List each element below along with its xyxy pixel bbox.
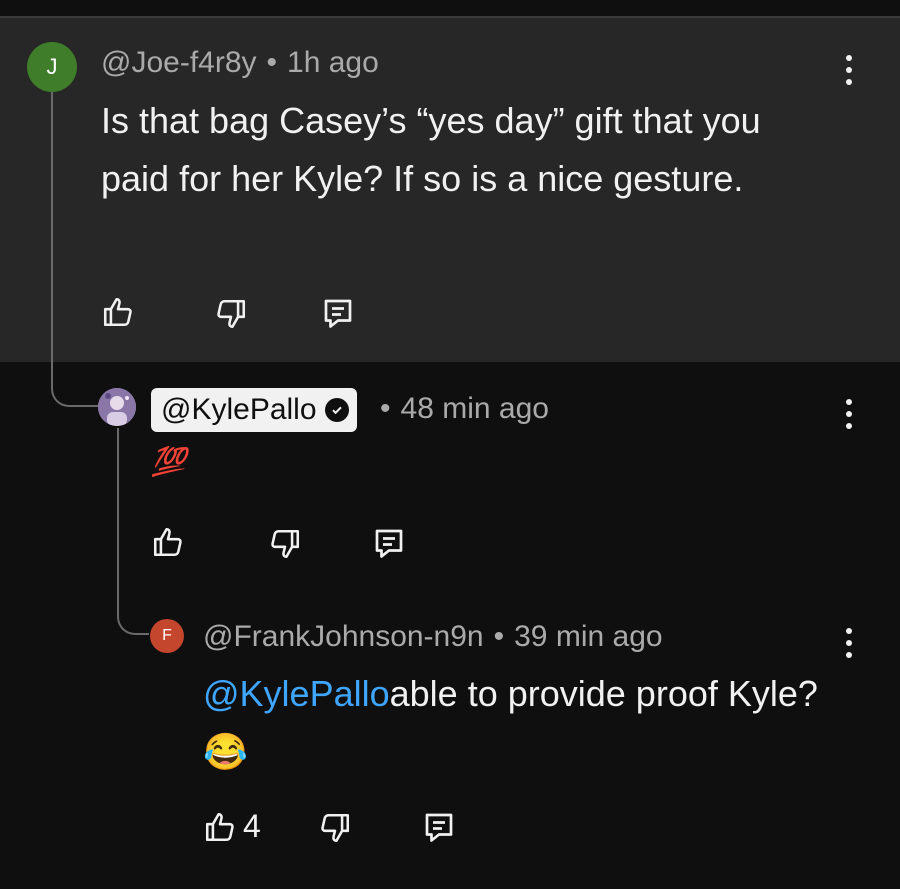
verified-check-icon <box>324 398 349 422</box>
comment-meta: @Joe-f4r8y • 1h ago <box>101 46 379 80</box>
like-button[interactable] <box>101 294 135 330</box>
reply-button[interactable] <box>371 525 407 561</box>
hundred-points-emoji: 💯 <box>151 445 186 478</box>
dislike-button[interactable] <box>318 810 352 846</box>
thumbs-down-icon <box>321 813 350 843</box>
reply-icon <box>324 299 352 328</box>
comment-author[interactable]: @Joe-f4r8y <box>101 46 257 79</box>
reply-icon <box>375 529 403 558</box>
more-options-icon[interactable] <box>845 55 853 85</box>
more-options-icon[interactable] <box>845 399 853 429</box>
like-button[interactable] <box>151 524 185 560</box>
thread-line <box>51 92 101 407</box>
comment-time: 39 min ago <box>514 620 663 653</box>
thread-line <box>117 428 149 635</box>
comment-time: 48 min ago <box>400 392 549 425</box>
reply-icon <box>425 813 453 842</box>
thumbs-up-icon <box>205 812 234 841</box>
profile-photo-icon <box>98 388 136 426</box>
mention-link[interactable]: @KylePallo <box>203 673 390 714</box>
thumbs-up-icon <box>103 297 132 327</box>
like-count: 4 <box>243 808 261 844</box>
avatar[interactable]: F <box>150 619 184 653</box>
author-chip[interactable]: @KylePallo <box>151 388 357 432</box>
comment-author[interactable]: @KylePallo <box>161 393 317 427</box>
comment-text: Is that bag Casey’s “yes day” gift that … <box>101 100 761 199</box>
meta-separator: • <box>266 46 278 79</box>
comment-meta: • 48 min ago <box>376 392 549 426</box>
meta-separator: • <box>493 620 505 653</box>
comment-text: @KylePalloable to provide proof Kyle? 😂 <box>203 665 843 781</box>
reply-button[interactable] <box>421 809 457 845</box>
avatar[interactable]: J <box>27 42 77 92</box>
more-options-icon[interactable] <box>845 628 853 658</box>
thumbs-down-icon <box>271 529 300 559</box>
top-divider <box>0 0 900 18</box>
thumbs-up-icon <box>153 527 182 557</box>
dislike-button[interactable] <box>268 526 302 562</box>
dislike-button[interactable] <box>214 296 248 332</box>
thumbs-down-icon <box>217 299 246 329</box>
reply-button[interactable] <box>320 295 356 331</box>
meta-separator: • <box>380 392 391 425</box>
comment-meta: @FrankJohnson-n9n • 39 min ago <box>203 620 663 654</box>
comment-time: 1h ago <box>287 46 379 79</box>
avatar[interactable] <box>98 388 136 426</box>
comment-author[interactable]: @FrankJohnson-n9n <box>203 620 484 653</box>
like-button[interactable]: 4 <box>203 808 261 845</box>
